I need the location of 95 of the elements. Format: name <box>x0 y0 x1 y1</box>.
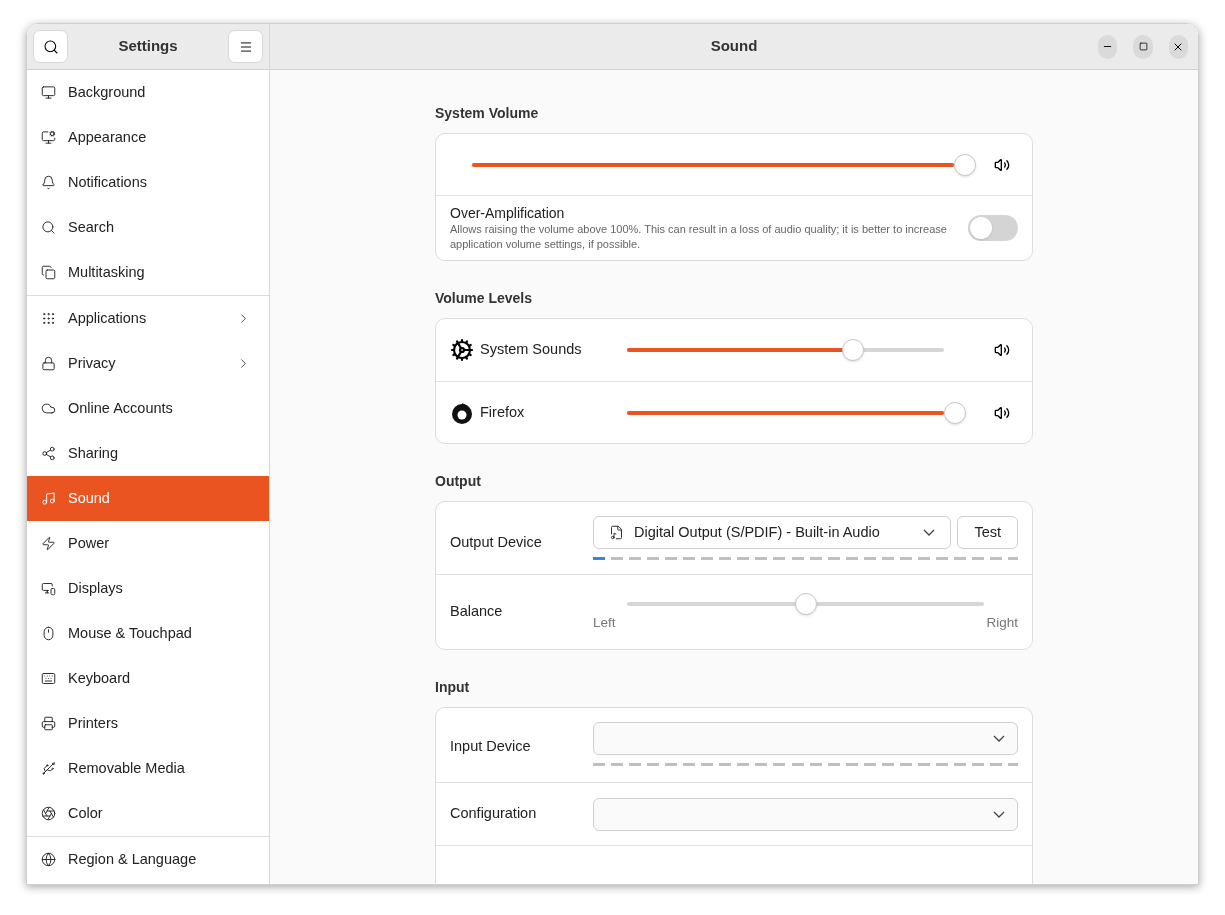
output-device-dropdown[interactable]: Digital Output (S/PDIF) - Built-in Audio <box>593 516 952 549</box>
bell-icon <box>41 175 56 190</box>
sidebar-label: Notifications <box>68 172 148 192</box>
app-name: System Sounds <box>480 340 582 360</box>
sidebar-label: Removable Media <box>68 758 186 778</box>
aperture-icon <box>41 806 56 821</box>
sidebar-item[interactable]: Search <box>27 205 269 250</box>
row-label: Input Device <box>450 737 532 756</box>
row-label: Balance <box>450 602 504 622</box>
slider-thumb[interactable] <box>954 153 976 176</box>
sidebar-label: Displays <box>68 578 124 598</box>
slider-thumb[interactable] <box>794 593 817 615</box>
sidebar-item[interactable]: Multitasking <box>27 250 269 295</box>
toggle-switch[interactable] <box>968 215 1018 241</box>
sidebar-item[interactable]: Background <box>27 70 269 115</box>
monitor-icon <box>41 85 56 100</box>
app-name: Firefox <box>480 402 525 422</box>
chevron-down-icon <box>993 810 1005 818</box>
sidebar-item[interactable]: Notifications <box>27 160 269 205</box>
sidebar-label: Multitasking <box>68 262 146 282</box>
row-label: Configuration <box>450 804 538 824</box>
maximize-button[interactable] <box>1133 34 1153 59</box>
sidebar-item[interactable]: Printers <box>27 701 269 746</box>
setting-description: Allows raising the volume above 100%. This can result in a loss of audio quality; it is better to increase application volume settings, if possible. <box>450 222 948 252</box>
slider-thumb[interactable] <box>944 401 966 424</box>
sidebar-label: Color <box>68 803 104 823</box>
lightning-icon <box>41 536 56 551</box>
keyboard-icon <box>41 671 56 686</box>
sidebar-item[interactable]: Sharing <box>27 431 269 476</box>
sidebar-item[interactable]: Region & Language <box>27 837 269 882</box>
scale-label: Right <box>986 615 1018 631</box>
sidebar-label: Power <box>68 533 111 553</box>
lock-icon <box>41 356 56 371</box>
sidebar-item[interactable]: Keyboard <box>27 656 269 701</box>
sidebar-label: Applications <box>68 308 148 328</box>
close-button[interactable] <box>1168 34 1188 59</box>
section-heading: System Volume <box>435 104 540 123</box>
section-heading: Output <box>435 472 482 491</box>
cloud-icon <box>41 401 56 416</box>
sidebar-label: Online Accounts <box>68 398 174 418</box>
search-icon <box>41 220 56 235</box>
section-heading: Volume Levels <box>435 289 533 308</box>
sidebar-label: Privacy <box>68 353 117 373</box>
section-heading: Input <box>435 678 471 697</box>
sidebar-label: Mouse & Touchpad <box>68 623 193 643</box>
setting-title: Over-Amplification <box>450 204 566 222</box>
music-note-icon <box>609 525 624 540</box>
sidebar-label: Keyboard <box>68 668 132 688</box>
row-label: Output Device <box>450 533 543 552</box>
search-button[interactable] <box>33 30 68 63</box>
sidebar-label: Appearance <box>68 127 148 147</box>
usb-stick-icon <box>41 761 56 776</box>
sidebar-item[interactable]: Color <box>27 791 269 836</box>
gear-icon <box>450 338 474 362</box>
globe-icon <box>41 852 56 867</box>
grid-icon <box>41 311 56 326</box>
sidebar-item[interactable]: Sound <box>27 476 269 521</box>
speaker-icon <box>994 342 1010 358</box>
chevron-down-icon <box>923 529 936 536</box>
sidebar-item[interactable]: Applications <box>27 296 269 341</box>
sidebar-label: Sharing <box>68 443 119 463</box>
sidebar-item[interactable]: Online Accounts <box>27 386 269 431</box>
monitor-icon <box>41 581 56 596</box>
speaker-icon <box>994 404 1010 421</box>
menu-button[interactable] <box>228 30 263 63</box>
maximize-icon <box>1138 42 1148 51</box>
sidebar-label: Sound <box>68 488 111 508</box>
sidebar-label: Printers <box>68 713 119 733</box>
slider-thumb[interactable] <box>842 339 865 361</box>
sidebar-item[interactable]: Appearance <box>27 115 269 160</box>
minimize-button[interactable] <box>1098 34 1118 59</box>
chevron-down-icon <box>993 735 1005 742</box>
sidebar-title: Settings <box>118 36 178 57</box>
input-device-dropdown[interactable] <box>593 722 1018 755</box>
configuration-dropdown[interactable] <box>593 797 1018 831</box>
sidebar-label: Search <box>68 217 115 237</box>
scale-label: Left <box>593 615 616 631</box>
monitor-icon <box>41 130 56 145</box>
search-icon <box>42 38 59 55</box>
menu-icon <box>238 39 253 54</box>
speaker-icon <box>994 156 1010 173</box>
sidebar-item[interactable]: Privacy <box>27 341 269 386</box>
sidebar-item[interactable]: Mouse & Touchpad <box>27 611 269 656</box>
printer-icon <box>41 716 56 731</box>
music-note-icon <box>41 491 56 506</box>
mouse-icon <box>41 626 56 641</box>
sidebar-item[interactable]: Displays <box>27 566 269 611</box>
sidebar-label: Region & Language <box>68 849 198 869</box>
sidebar-label: Background <box>68 82 147 102</box>
share-icon <box>41 446 56 461</box>
windows-icon <box>41 265 56 280</box>
sidebar-item[interactable]: Power <box>27 521 269 566</box>
test-button[interactable]: Test <box>957 516 1018 549</box>
window-title: Sound <box>710 36 758 57</box>
sidebar-item[interactable]: Removable Media <box>27 746 269 791</box>
